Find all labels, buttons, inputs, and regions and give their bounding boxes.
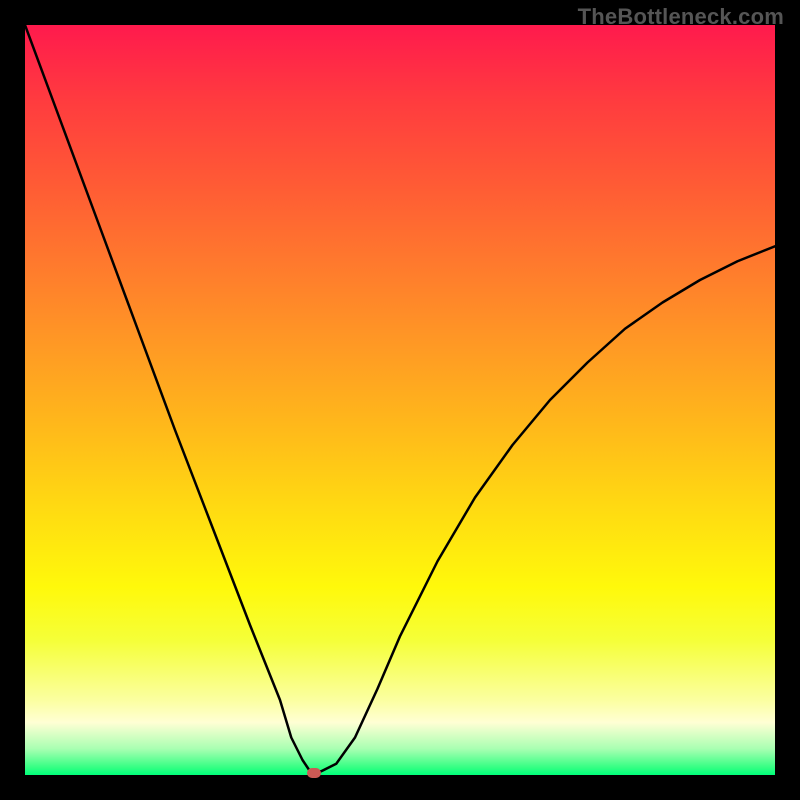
bottleneck-curve: [25, 25, 775, 775]
watermark-text: TheBottleneck.com: [578, 4, 784, 30]
minimum-marker: [307, 768, 321, 778]
plot-area: [25, 25, 775, 775]
chart-frame: TheBottleneck.com: [0, 0, 800, 800]
